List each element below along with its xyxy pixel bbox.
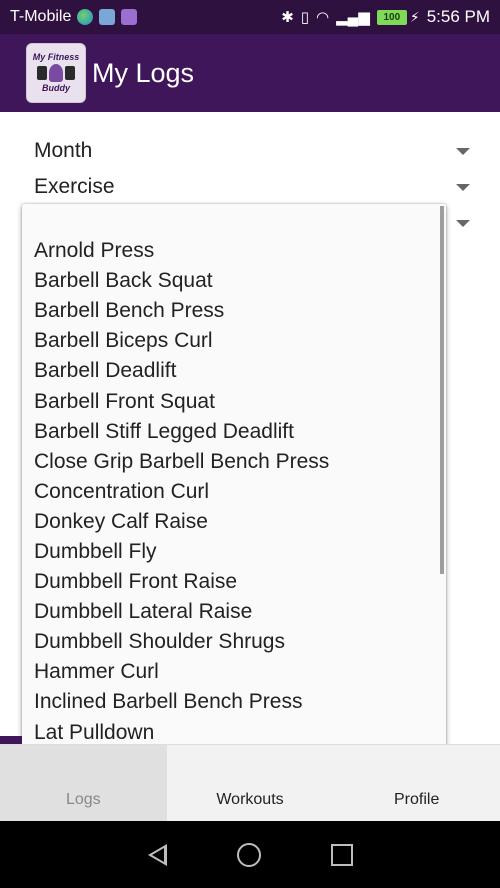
exercise-spinner-label: Exercise [34,175,115,198]
status-right: ✱ ▯ ◠ ▂▄▆ 100 ⚡ 5:56 PM [281,7,490,27]
app-bar: My Fitness Buddy My Logs [0,34,500,112]
dropdown-item[interactable]: Dumbbell Lateral Raise [22,597,446,627]
chevron-down-icon [456,219,470,227]
month-spinner[interactable]: Month [34,138,470,164]
system-nav-bar [0,821,500,888]
battery-icon: 100 [376,9,407,25]
month-spinner-label: Month [34,139,93,162]
page-title: My Logs [92,57,195,88]
dropdown-item[interactable]: Barbell Front Squat [22,386,446,416]
carrier-name: T-Mobile [10,8,72,25]
dropdown-item[interactable]: Hammer Curl [22,657,446,687]
chevron-down-icon [456,183,470,191]
tab-profile-label: Profile [394,791,440,808]
logo-text-bottom: Buddy [42,83,70,93]
tab-workouts-label: Workouts [216,791,284,808]
dropdown-item[interactable]: Close Grip Barbell Bench Press [22,447,446,477]
dropdown-item[interactable]: Dumbbell Shoulder Shrugs [22,627,446,657]
wifi-icon: ◠ [316,8,330,26]
gallery-icon [121,9,138,25]
dropdown-item[interactable]: Barbell Deadlift [22,356,446,386]
dropdown-item[interactable]: Barbell Bench Press [22,296,446,326]
weight-plate-icon [37,66,47,80]
charging-icon: ⚡ [409,9,420,25]
globe-icon [77,9,94,25]
signal-icon: ▂▄▆ [336,8,370,26]
status-bar: T-Mobile ✱ ▯ ◠ ▂▄▆ 100 ⚡ 5:56 PM [0,0,500,34]
dropdown-item[interactable]: Dumbbell Front Raise [22,567,446,597]
tab-logs[interactable]: Logs [0,744,167,821]
logo-text-top: My Fitness [32,51,80,62]
exercise-spinner[interactable]: Exercise [34,174,470,200]
recent-apps-icon[interactable] [330,843,353,866]
tab-indicator-strip [0,736,22,744]
lifter-icon [49,64,63,82]
tab-logs-label: Logs [65,791,101,808]
exercise-dropdown-list: Arnold Press Barbell Back Squat Barbell Be… [22,236,446,788]
exercise-dropdown-popup[interactable]: Arnold Press Barbell Back Squat Barbell Be… [22,204,446,788]
bottom-tab-bar: Logs Workouts Profile [0,744,500,821]
tab-profile[interactable]: Profile [333,744,500,821]
dropdown-item[interactable]: Concentration Curl [22,477,446,507]
dropdown-item[interactable]: Donkey Calf Raise [22,507,446,537]
status-time: 5:56 PM [426,7,490,26]
dropdown-item[interactable]: Barbell Back Squat [22,266,446,296]
bluetooth-icon: ✱ [281,8,294,26]
chevron-down-icon [456,147,470,155]
dropdown-item[interactable]: Inclined Barbell Bench Press [22,687,446,717]
dropdown-item[interactable]: Barbell Biceps Curl [22,326,446,356]
logo-figure-group [37,64,75,82]
tab-workouts[interactable]: Workouts [167,744,334,821]
dropdown-scrollbar[interactable] [440,206,444,574]
home-icon[interactable] [236,842,261,867]
android-icon [99,9,116,25]
status-left: T-Mobile [10,8,138,26]
app-logo: My Fitness Buddy [26,43,86,103]
dropdown-item[interactable]: Barbell Stiff Legged Deadlift [22,417,446,447]
weight-plate-icon [65,66,75,80]
vibrate-icon: ▯ [300,8,310,26]
dropdown-item[interactable]: Arnold Press [22,236,446,266]
back-icon[interactable] [147,843,167,866]
dropdown-item[interactable]: Dumbbell Fly [22,537,446,567]
